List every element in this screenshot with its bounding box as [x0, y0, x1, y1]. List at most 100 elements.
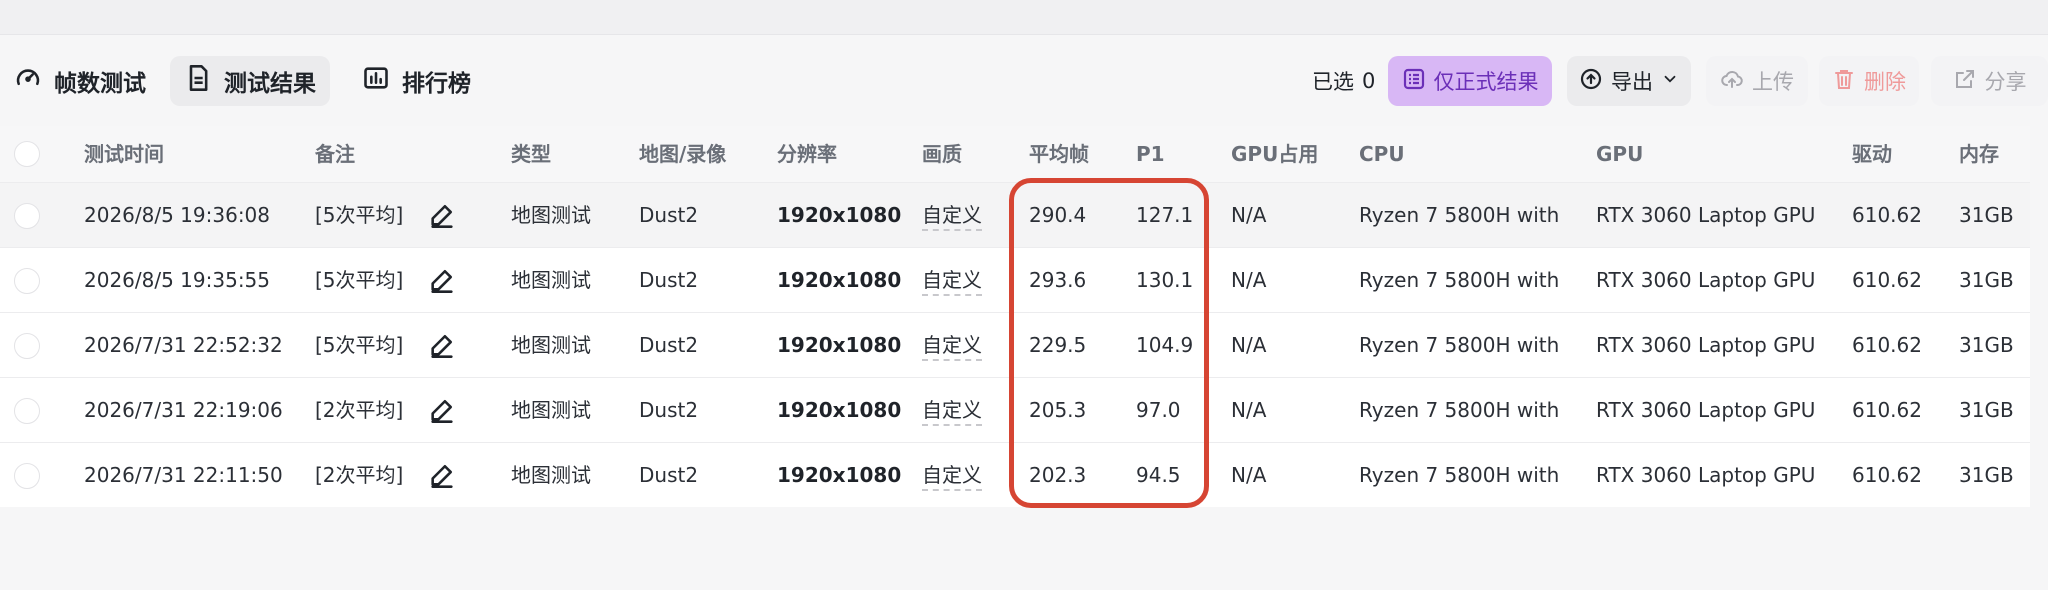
cell-gpu: RTX 3060 Laptop GPU [1596, 398, 1816, 422]
cell-note: [2次平均] [315, 398, 404, 422]
column-header[interactable]: GPU占用 [1231, 126, 1318, 182]
upload-arrow-icon [1579, 67, 1603, 96]
tab-label: 排行榜 [402, 71, 471, 97]
cell-resolution: 1920x1080 [777, 333, 902, 357]
share-button[interactable]: 分享 [1931, 56, 2048, 106]
table-row[interactable]: 2026/7/31 22:52:32 [5次平均] 地图测试 Dust2 1920x10… [0, 312, 2030, 377]
chevron-down-icon [1661, 69, 1679, 93]
export-label: 导出 [1611, 70, 1653, 94]
bar-chart-icon [362, 64, 390, 98]
cell-type: 地图测试 [511, 203, 591, 227]
table-row[interactable]: 2026/8/5 19:35:55 [5次平均] 地图测试 Dust2 1920x108… [0, 247, 2030, 312]
edit-note-icon[interactable] [428, 266, 456, 294]
cell-avg-fps: 229.5 [1029, 333, 1087, 357]
table-row[interactable]: 2026/7/31 22:19:06 [2次平均] 地图测试 Dust2 1920x10… [0, 377, 2030, 442]
formal-results-label: 仅正式结果 [1433, 70, 1539, 94]
cell-gpu: RTX 3060 Laptop GPU [1596, 268, 1816, 292]
table-header: 测试时间 备注 类型 地图/录像 分辨率 画质 平均帧 P1 GPU占用 CPU… [0, 126, 2030, 182]
delete-button[interactable]: 删除 [1819, 56, 1919, 106]
cell-type: 地图测试 [511, 398, 591, 422]
tab-fps-test[interactable]: 帧数测试 [0, 56, 160, 106]
cell-gpu: RTX 3060 Laptop GPU [1596, 463, 1816, 487]
edit-note-icon[interactable] [428, 201, 456, 229]
document-icon [184, 64, 212, 98]
column-header[interactable]: 地图/录像 [639, 126, 726, 182]
cell-cpu: Ryzen 7 5800H with [1359, 463, 1560, 487]
cell-type: 地图测试 [511, 333, 591, 357]
cell-note: [5次平均] [315, 268, 404, 292]
row-checkbox[interactable] [14, 398, 40, 424]
cell-quality[interactable]: 自定义 [922, 313, 982, 377]
edit-note-icon[interactable] [428, 396, 456, 424]
row-checkbox[interactable] [14, 203, 40, 229]
cell-note: [5次平均] [315, 203, 404, 227]
cell-map: Dust2 [639, 268, 699, 292]
cell-gpu-usage: N/A [1231, 398, 1267, 422]
quality-value: 自定义 [922, 203, 982, 231]
share-icon [1953, 67, 1977, 96]
cell-test-time: 2026/7/31 22:19:06 [84, 398, 283, 422]
quality-value: 自定义 [922, 463, 982, 491]
cell-p1: 97.0 [1136, 398, 1181, 422]
cell-quality[interactable]: 自定义 [922, 443, 982, 507]
cell-gpu: RTX 3060 Laptop GPU [1596, 203, 1816, 227]
cell-avg-fps: 293.6 [1029, 268, 1087, 292]
column-header[interactable]: GPU [1596, 126, 1643, 182]
cell-gpu-usage: N/A [1231, 463, 1267, 487]
row-checkbox[interactable] [14, 463, 40, 489]
table-row[interactable]: 2026/8/5 19:36:08 [5次平均] 地图测试 Dust2 1920x108… [0, 182, 2030, 247]
toolbar: 帧数测试 测试结果 排行榜 已选 0 仅正式结果 导出 上传 删除 分享 [0, 56, 2048, 106]
cell-quality[interactable]: 自定义 [922, 378, 982, 442]
edit-note-icon[interactable] [428, 331, 456, 359]
cell-gpu-usage: N/A [1231, 203, 1267, 227]
tab-leaderboard[interactable]: 排行榜 [348, 56, 485, 106]
cell-resolution: 1920x1080 [777, 463, 902, 487]
column-header[interactable]: 内存 [1959, 126, 1999, 182]
cell-quality[interactable]: 自定义 [922, 183, 982, 247]
column-header[interactable]: 驱动 [1852, 126, 1892, 182]
cell-gpu-usage: N/A [1231, 333, 1267, 357]
cell-driver: 610.62 [1852, 333, 1922, 357]
cell-cpu: Ryzen 7 5800H with [1359, 333, 1560, 357]
cell-test-time: 2026/7/31 22:11:50 [84, 463, 283, 487]
selected-number: 0 [1362, 69, 1376, 93]
cell-test-time: 2026/8/5 19:36:08 [84, 203, 271, 227]
upload-button[interactable]: 上传 [1706, 56, 1808, 106]
quality-value: 自定义 [922, 268, 982, 296]
table-row[interactable]: 2026/7/31 22:11:50 [2次平均] 地图测试 Dust2 1920x10… [0, 442, 2030, 507]
cell-driver: 610.62 [1852, 463, 1922, 487]
export-button[interactable]: 导出 [1567, 56, 1691, 106]
cell-gpu-usage: N/A [1231, 268, 1267, 292]
cell-memory: 31GB [1959, 203, 2014, 227]
edit-note-icon[interactable] [428, 461, 456, 489]
cell-quality[interactable]: 自定义 [922, 248, 982, 312]
row-checkbox[interactable] [14, 333, 40, 359]
selected-label: 已选 [1312, 70, 1354, 94]
cell-gpu: RTX 3060 Laptop GPU [1596, 333, 1816, 357]
cell-cpu: Ryzen 7 5800H with [1359, 398, 1560, 422]
column-header[interactable]: 分辨率 [777, 126, 837, 182]
cell-p1: 130.1 [1136, 268, 1194, 292]
cell-cpu: Ryzen 7 5800H with [1359, 203, 1560, 227]
column-header[interactable]: 平均帧 [1029, 126, 1089, 182]
cell-p1: 104.9 [1136, 333, 1194, 357]
cell-map: Dust2 [639, 203, 699, 227]
cell-note: [5次平均] [315, 333, 404, 357]
formal-results-button[interactable]: 仅正式结果 [1388, 56, 1552, 106]
column-header[interactable]: CPU [1359, 126, 1405, 182]
cell-avg-fps: 290.4 [1029, 203, 1087, 227]
select-all-checkbox[interactable] [14, 141, 40, 167]
cell-driver: 610.62 [1852, 398, 1922, 422]
column-header[interactable]: 画质 [922, 126, 962, 182]
tab-test-results[interactable]: 测试结果 [170, 56, 330, 106]
row-checkbox[interactable] [14, 268, 40, 294]
list-icon [1402, 67, 1426, 96]
cell-resolution: 1920x1080 [777, 203, 902, 227]
cell-avg-fps: 202.3 [1029, 463, 1087, 487]
top-strip [0, 0, 2048, 35]
column-header[interactable]: 类型 [511, 126, 551, 182]
gauge-icon [14, 64, 42, 98]
column-header[interactable]: 备注 [315, 126, 355, 182]
column-header[interactable]: 测试时间 [84, 126, 164, 182]
column-header[interactable]: P1 [1136, 126, 1165, 182]
